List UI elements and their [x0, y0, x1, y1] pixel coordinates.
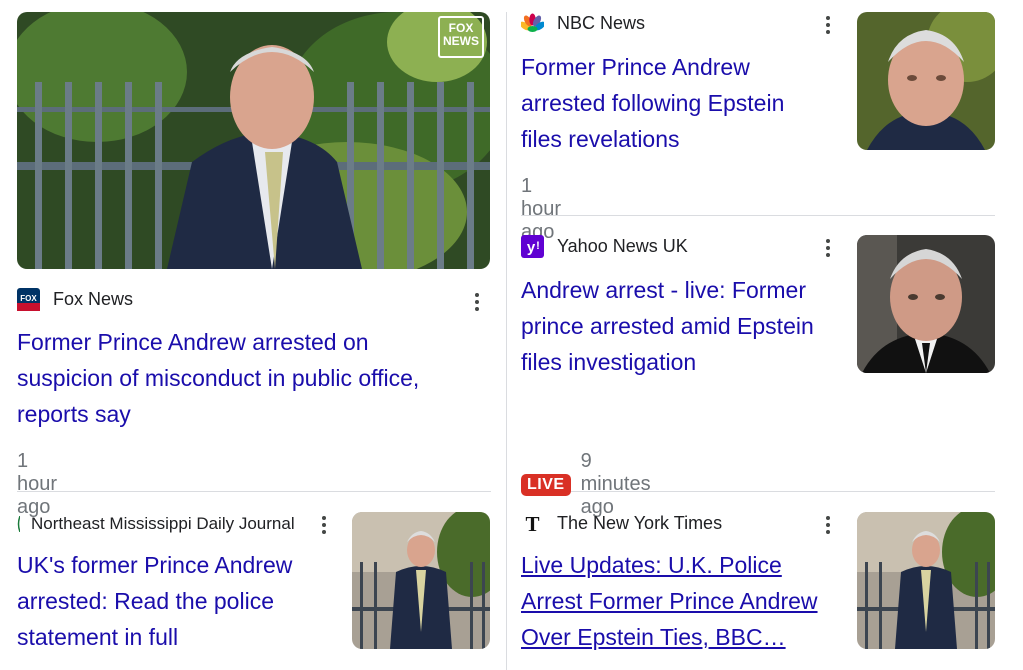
article-title[interactable]: Former Prince Andrew arrested on suspici…: [17, 324, 457, 432]
article-source: Northeast Mississippi Daily Journal: [17, 512, 295, 535]
more-options-icon[interactable]: [822, 514, 834, 536]
article-time: 1 hour ago: [17, 450, 58, 518]
article-title[interactable]: Live Updates: U.K. Police Arrest Former …: [521, 547, 841, 655]
article-thumbnail[interactable]: [352, 512, 490, 649]
more-options-icon[interactable]: [822, 14, 834, 36]
source-name: The New York Times: [557, 513, 723, 533]
daily-journal-icon: [17, 512, 20, 535]
article-thumbnail[interactable]: [857, 12, 995, 150]
fox-news-icon: FOX: [17, 288, 40, 311]
source-name: Northeast Mississippi Daily Journal: [31, 513, 295, 533]
article-source: T The New York Times: [521, 512, 722, 535]
article-title[interactable]: UK's former Prince Andrew arrested: Read…: [17, 547, 337, 655]
more-options-icon[interactable]: [471, 291, 483, 313]
article-image[interactable]: FOX NEWS: [17, 12, 490, 269]
article-time: 1 hour ago: [521, 175, 562, 243]
column-divider: [506, 12, 507, 670]
svg-text:y: y: [527, 239, 536, 256]
nyt-icon: T: [521, 512, 544, 535]
row-divider-right-top: [521, 215, 995, 216]
source-name: Yahoo News UK: [557, 236, 688, 256]
svg-text:T: T: [525, 512, 539, 535]
source-name: NBC News: [557, 13, 646, 33]
article-source: y! Yahoo News UK: [521, 235, 688, 258]
more-options-icon[interactable]: [318, 514, 330, 536]
yahoo-icon: y!: [521, 235, 544, 258]
article-source: FOX Fox News: [17, 288, 133, 311]
svg-text:!: !: [536, 240, 540, 252]
nbc-peacock-icon: [521, 12, 544, 35]
fox-news-watermark: FOX NEWS: [438, 16, 484, 58]
svg-text:FOX: FOX: [20, 294, 37, 303]
row-divider-left: [17, 491, 491, 492]
more-options-icon[interactable]: [822, 237, 834, 259]
article-thumbnail[interactable]: [857, 235, 995, 373]
article-time: 9 minutes ago: [580, 450, 651, 518]
article-source: NBC News: [521, 12, 645, 35]
article-title[interactable]: Former Prince Andrew arrested following …: [521, 49, 831, 157]
live-badge: LIVE: [521, 473, 571, 496]
source-name: Fox News: [53, 289, 134, 309]
article-title[interactable]: Andrew arrest - live: Former prince arre…: [521, 272, 836, 380]
article-time-row: LIVE 9 minutes ago: [521, 450, 651, 519]
article-thumbnail[interactable]: [857, 512, 995, 649]
